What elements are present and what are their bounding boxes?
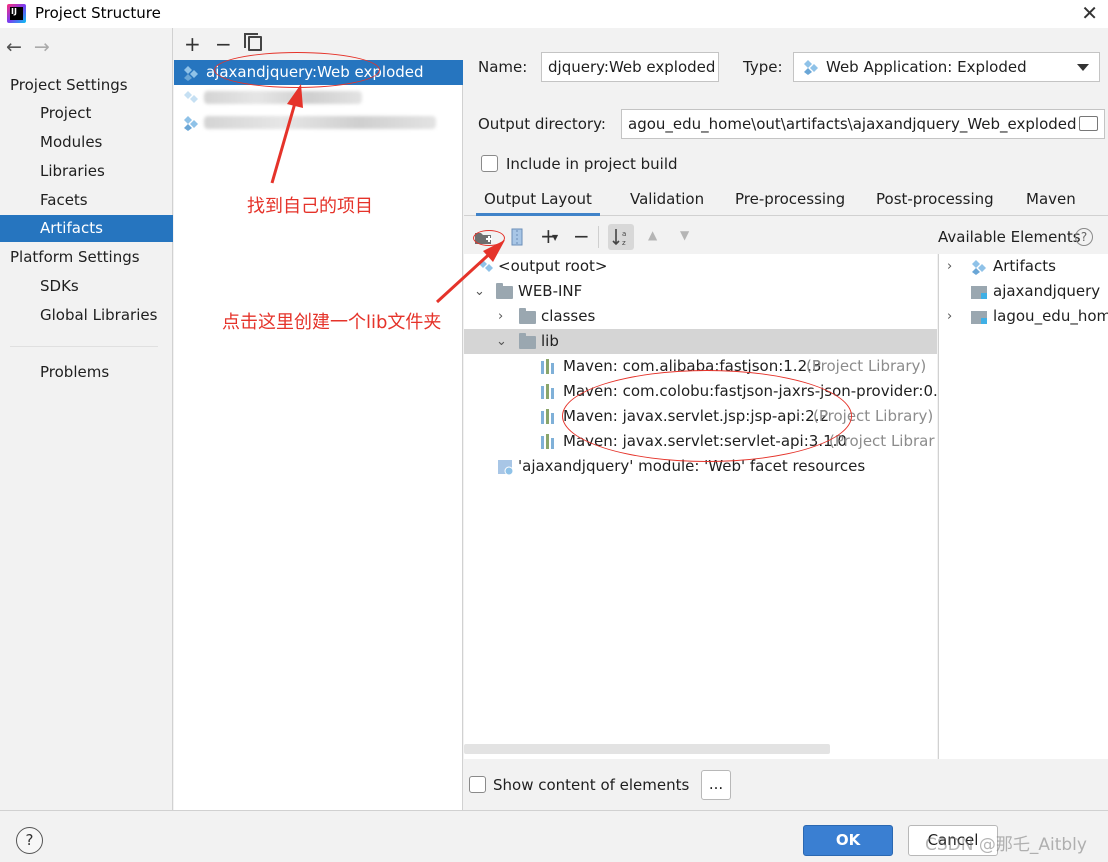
watermark: CSDN @那乇_Aitbly <box>925 835 1087 855</box>
dialog-footer: ? OK Cancel CSDN @那乇_Aitbly <box>0 810 1108 862</box>
help-button[interactable]: ? <box>16 827 43 854</box>
annotation-arrows <box>270 84 505 304</box>
annotation-create-lib: 点击这里创建一个lib文件夹 <box>222 312 442 333</box>
annotation-find-project: 找到自己的项目 <box>247 196 373 217</box>
ok-button[interactable]: OK <box>803 825 893 856</box>
